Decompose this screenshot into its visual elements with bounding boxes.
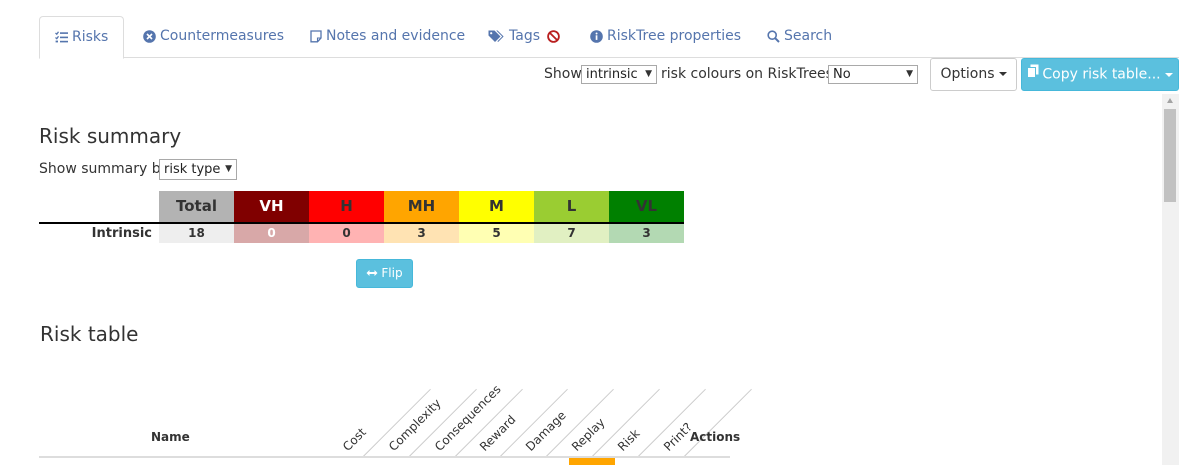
summary-header-h: H xyxy=(309,191,384,222)
summary-value-vl: 3 xyxy=(609,224,684,243)
show-label: Show xyxy=(544,66,582,82)
flip-button[interactable]: Flip xyxy=(356,259,413,288)
summary-header-total: Total xyxy=(159,191,234,222)
summary-header-vl: VL xyxy=(609,191,684,222)
risk-colours-select[interactable]: No ▼ xyxy=(828,65,918,84)
column-header-risk[interactable]: Risk xyxy=(615,426,642,453)
summary-row-label: Intrinsic xyxy=(91,226,152,241)
colour-type-select[interactable]: intrinsic ▼ xyxy=(581,65,657,84)
caret-down-icon xyxy=(1164,72,1173,77)
arrows-horizontal-icon xyxy=(366,260,378,287)
copy-icon xyxy=(1027,59,1039,90)
tab-risktree-properties[interactable]: RiskTree properties xyxy=(590,16,741,58)
tab-notes-and-evidence[interactable]: Notes and evidence xyxy=(310,16,465,58)
summary-header-l: L xyxy=(534,191,609,222)
circle-x-icon xyxy=(143,29,156,43)
dropdown-arrow-icon: ▼ xyxy=(645,69,652,79)
copy-risk-table-button[interactable]: Copy risk table... xyxy=(1021,58,1179,91)
tags-icon xyxy=(488,30,505,43)
summary-by-value: risk type xyxy=(164,162,221,177)
prohibited-icon xyxy=(547,29,561,43)
search-icon xyxy=(767,29,780,43)
tab-tags[interactable]: Tags xyxy=(488,16,564,58)
summary-value-vh: 0 xyxy=(234,224,309,243)
summary-header-vh: VH xyxy=(234,191,309,222)
summary-value-l: 7 xyxy=(534,224,609,243)
risk-colours-value: No xyxy=(833,67,851,82)
tab-risks[interactable]: Risks xyxy=(39,16,125,59)
tab-search[interactable]: Search xyxy=(767,16,832,58)
column-header-cost[interactable]: Cost xyxy=(340,425,369,454)
colour-type-value: intrinsic xyxy=(586,67,638,82)
dropdown-arrow-icon: ▼ xyxy=(225,164,232,174)
summary-header-mh: MH xyxy=(384,191,459,222)
column-header-reward[interactable]: Reward xyxy=(477,412,519,454)
column-header-replay[interactable]: Replay xyxy=(569,415,608,454)
risk-level-cell xyxy=(569,458,615,465)
copy-risk-table-label: Copy risk table... xyxy=(1042,66,1161,83)
tab-search-label: Search xyxy=(784,28,833,44)
summary-value-h: 0 xyxy=(309,224,384,243)
risk-summary-title: Risk summary xyxy=(39,124,182,148)
summary-value-m: 5 xyxy=(459,224,534,243)
tab-countermeasures[interactable]: Countermeasures xyxy=(143,16,284,58)
risk-table-title: Risk table xyxy=(40,322,139,346)
summary-by-select[interactable]: risk type ▼ xyxy=(159,159,237,180)
summary-header-m: M xyxy=(459,191,534,222)
summary-value-mh: 3 xyxy=(384,224,459,243)
tab-countermeasures-label: Countermeasures xyxy=(160,28,285,44)
tab-risktree-properties-label: RiskTree properties xyxy=(607,28,742,44)
tab-risks-label: Risks xyxy=(72,29,109,45)
column-header-name: Name xyxy=(151,430,190,444)
note-icon xyxy=(310,29,322,43)
caret-down-icon xyxy=(998,72,1007,76)
dropdown-arrow-icon: ▼ xyxy=(906,69,913,79)
scroll-up-arrow-icon[interactable] xyxy=(1162,94,1179,108)
risk-table-header-divider xyxy=(39,456,730,458)
tab-bar: Risks Countermeasures Notes and evidence… xyxy=(39,16,1179,59)
options-label: Options xyxy=(940,66,995,82)
show-summary-by-label: Show summary by xyxy=(39,161,169,177)
scrollbar-thumb[interactable] xyxy=(1164,109,1176,202)
column-header-damage[interactable]: Damage xyxy=(523,408,569,454)
tab-tags-label: Tags xyxy=(509,28,540,44)
risk-colours-label: risk colours on RiskTrees? xyxy=(661,66,841,82)
summary-value-total: 18 xyxy=(159,224,234,243)
tasks-icon xyxy=(55,31,68,43)
info-icon xyxy=(590,29,603,43)
column-header-actions: Actions xyxy=(690,430,741,444)
options-button[interactable]: Options xyxy=(930,58,1017,91)
flip-label: Flip xyxy=(381,266,403,280)
vertical-scrollbar[interactable] xyxy=(1162,94,1179,465)
tab-notes-label: Notes and evidence xyxy=(326,28,466,44)
